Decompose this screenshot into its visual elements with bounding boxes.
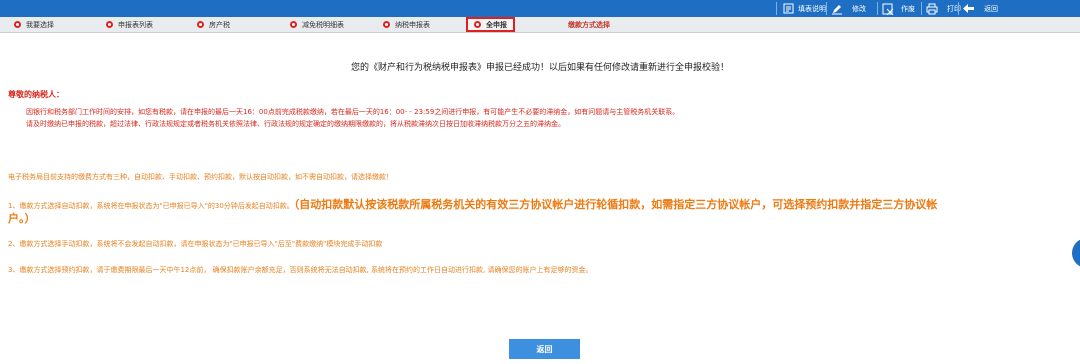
void-label: 作废 [901, 4, 915, 13]
option-auto-highlight-cont: 户。） [8, 212, 36, 225]
toolbar-separator [826, 2, 827, 15]
step-marker-icon [290, 21, 297, 28]
step-marker-icon [14, 21, 21, 28]
edit-button[interactable]: 修改 [830, 1, 866, 16]
step-navigation: 我要选择 申报表列表 房产税 减免税明细表 纳税申报表 全申报 缴款方式选择 [0, 17, 1080, 33]
step-item[interactable]: 缴款方式选择 [568, 17, 610, 32]
step-marker-icon [197, 21, 204, 28]
step-label: 我要选择 [26, 20, 54, 29]
option-auto-text: 1、缴款方式选择自动扣款，系统将在申报状态为"已申报已导入"的30分钟后发起自动… [8, 202, 294, 210]
step-marker-icon [383, 21, 390, 28]
step-label: 缴款方式选择 [568, 20, 610, 29]
return-label: 返回 [984, 4, 998, 13]
edit-label: 修改 [852, 4, 866, 13]
step-label: 纳税申报表 [395, 20, 430, 29]
toolbar-separator [921, 2, 922, 15]
step-item-current[interactable]: 全申报 [466, 17, 515, 32]
option-auto-deduction: 1、缴款方式选择自动扣款，系统将在申报状态为"已申报已导入"的30分钟后发起自动… [8, 196, 937, 212]
step-marker-icon [106, 21, 113, 28]
step-label: 房产税 [209, 20, 230, 29]
notice-line: 请及时缴纳已申报的税款，超过法律、行政法规规定或者税务机关依照法律、行政法规的规… [26, 120, 565, 128]
notice-line: 因银行和税务部门工作时间的安排，如您有税款，请在申报的最后一天16：00点前完成… [26, 108, 680, 116]
toolbar-separator [877, 2, 878, 15]
toolbar-separator [776, 2, 777, 15]
fill-instructions-label: 填表说明 [798, 4, 826, 13]
return-button[interactable]: 返回 [509, 339, 580, 359]
option-manual-deduction: 2、缴款方式选择手动扣款，系统将不会发起自动扣款，请在申报状态为"已申报已导入"… [8, 240, 383, 248]
step-label: 减免税明细表 [302, 20, 344, 29]
top-toolbar: 填表说明 修改 作废 打印 返回 [0, 0, 1080, 17]
step-label: 全申报 [486, 20, 507, 29]
side-float-button[interactable] [1072, 238, 1080, 268]
return-toolbar-button[interactable]: 返回 [962, 1, 998, 16]
step-marker-icon [474, 21, 481, 28]
success-message: 您的《财产和行为税纳税申报表》申报已经成功！以后如果有任何修改请重新进行全申报校… [350, 63, 729, 73]
pencil-icon [830, 2, 843, 15]
option-auto-highlight: （自动扣款默认按该税款所属税务机关的有效三方协议帐户进行轮循扣款，如需指定三方协… [293, 198, 938, 211]
dear-taxpayer-heading: 尊敬的纳税人： [8, 90, 64, 99]
step-item[interactable]: 纳税申报表 [383, 17, 430, 32]
print-button[interactable]: 打印 [925, 1, 961, 16]
fill-instructions-button[interactable]: 填表说明 [782, 1, 826, 16]
void-button[interactable]: 作废 [881, 1, 915, 16]
printer-icon [925, 2, 938, 15]
payment-methods-intro: 电子税务局目前支持的缴费方式有三种，自动扣款、手动扣款、预约扣款，默认按自动扣款… [8, 173, 393, 181]
step-item[interactable]: 申报表列表 [106, 17, 153, 32]
toolbar-separator [958, 2, 959, 15]
step-label: 申报表列表 [118, 20, 153, 29]
step-item[interactable]: 我要选择 [14, 17, 54, 32]
step-item[interactable]: 减免税明细表 [290, 17, 344, 32]
option-scheduled-deduction: 3、缴款方式选择预约扣款，请于缴费期限最后一天中午12点前， 确保扣款账户余额充… [8, 266, 593, 274]
document-icon [782, 2, 795, 15]
void-icon [881, 2, 894, 15]
back-arrow-icon [962, 2, 975, 15]
step-item[interactable]: 房产税 [197, 17, 230, 32]
